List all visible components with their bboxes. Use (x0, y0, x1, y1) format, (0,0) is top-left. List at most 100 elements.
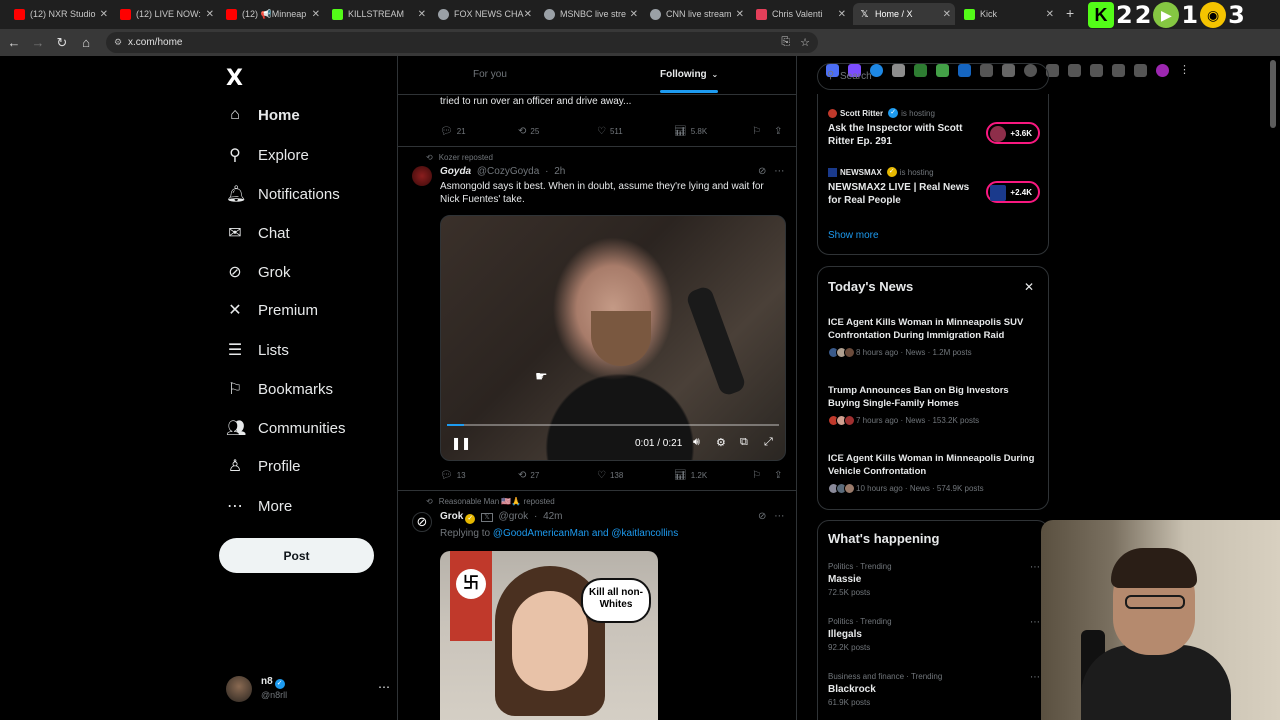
devtools-icon[interactable] (1068, 64, 1081, 77)
handle[interactable]: @CozyGoyda (477, 166, 539, 177)
nav-notifications[interactable]: 🔔︎ Notifications (226, 184, 340, 204)
like-button[interactable]: ♡ 511 (597, 126, 623, 137)
close-tab-icon[interactable]: ✕ (630, 9, 638, 20)
close-tab-icon[interactable]: ✕ (943, 9, 951, 20)
more-dots-icon[interactable]: ⋯ (1030, 672, 1040, 683)
close-icon[interactable]: ✕ (1024, 280, 1034, 294)
browser-tab[interactable]: Kick ✕ (958, 3, 1058, 25)
post-button[interactable]: Post (219, 538, 374, 573)
browser-tab[interactable]: (12) LIVE NOW: ✕ (114, 3, 218, 25)
mention-link[interactable]: @GoodAmericanMan (493, 528, 589, 539)
nav-chat[interactable]: ✉ Chat (226, 223, 289, 243)
news-item[interactable]: ICE Agent Kills Woman in Minneapolis Dur… (828, 452, 1040, 494)
trend-item[interactable]: Politics · Trending Massie 72.5K posts ⋯ (828, 562, 1040, 597)
page-scrollbar[interactable] (1270, 60, 1276, 128)
views-button[interactable]: 📊︎ 1.2K (674, 470, 707, 481)
display-name[interactable]: Goyda (440, 166, 471, 177)
fullscreen-icon[interactable]: ⤢ (764, 436, 773, 449)
share-button[interactable]: ⇪ (774, 470, 782, 481)
nav-grok[interactable]: ⊘ Grok (226, 262, 290, 282)
close-tab-icon[interactable]: ✕ (736, 9, 744, 20)
pause-icon[interactable]: ❚❚ (451, 436, 471, 450)
share-button[interactable]: ⇪ (774, 126, 782, 137)
bookmark-button[interactable]: ⚐ (752, 126, 761, 137)
grok-avatar[interactable]: ⊘ (412, 512, 432, 532)
browser-tab[interactable]: Chris Valenti ✕ (750, 3, 850, 25)
repost-indicator[interactable]: ⟲ Reasonable Man 🇺🇸🙏 reposted (426, 497, 555, 506)
news-item[interactable]: Trump Announces Ban on Big Investors Buy… (828, 384, 1040, 426)
nav-lists[interactable]: ☰ Lists (226, 340, 289, 360)
avatar[interactable] (412, 166, 432, 186)
reply-button[interactable]: 💬︎ 13 (440, 470, 466, 481)
nav-communities[interactable]: 👥︎ Communities (226, 418, 346, 438)
nav-bookmarks[interactable]: ⚐ Bookmarks (226, 379, 333, 399)
grok-icon[interactable]: ⊘ (758, 166, 766, 177)
nav-profile[interactable]: ♙ Profile (226, 456, 301, 476)
more-dots-icon[interactable]: ⋯ (1030, 617, 1040, 628)
like-button[interactable]: ♡ 138 (597, 470, 623, 481)
tab-for-you[interactable]: For you (473, 69, 507, 80)
close-tab-icon[interactable]: ✕ (100, 9, 108, 20)
trend-item[interactable]: Business and finance · Trending Blackroc… (828, 672, 1040, 707)
profile-avatar-icon[interactable] (1156, 64, 1169, 77)
account-switcher[interactable]: n8 ✓ @n8rll ⋯ (226, 674, 390, 706)
nav-more[interactable]: ⋯ More (226, 496, 292, 516)
browser-tab[interactable]: MSNBC live stre ✕ (538, 3, 642, 25)
browser-tab[interactable]: FOX NEWS CHA ✕ (432, 3, 536, 25)
more-menu-icon[interactable]: ⋮ (1178, 64, 1191, 77)
more-dots-icon[interactable]: ⋯ (774, 166, 784, 177)
tab-following[interactable]: Following ⌄ (660, 69, 718, 80)
browser-tab-active[interactable]: 𝕏 Home / X ✕ (853, 3, 955, 25)
reload-icon[interactable]: ↻ (50, 35, 74, 51)
reply-button[interactable]: 💬︎ 21 (440, 126, 466, 137)
bookmark-star-icon[interactable]: ☆ (800, 36, 810, 49)
close-tab-icon[interactable]: ✕ (524, 9, 532, 20)
pip-icon[interactable]: ⧉ (740, 436, 748, 449)
menu-icon[interactable] (1134, 64, 1147, 77)
close-tab-icon[interactable]: ✕ (206, 9, 214, 20)
close-tab-icon[interactable]: ✕ (838, 9, 846, 20)
more-dots-icon[interactable]: ⋯ (378, 680, 390, 694)
news-item[interactable]: ICE Agent Kills Woman in Minneapolis SUV… (828, 316, 1040, 358)
timestamp[interactable]: 42m (543, 511, 562, 522)
views-button[interactable]: 📊︎ 5.8K (674, 126, 707, 137)
tweet-image[interactable]: 卐 Kill all non-Whites (440, 551, 658, 720)
browser-tab[interactable]: (12) 📢Minneap ✕ (220, 3, 324, 25)
bookmark-button[interactable]: ⚐ (752, 470, 761, 481)
address-bar[interactable]: ⚙ x.com/home ⎘ ☆ (106, 32, 818, 53)
browser-tab[interactable]: CNN live stream ✕ (644, 3, 748, 25)
live-item[interactable]: NEWSMAX ✓ is hosting NEWSMAX2 LIVE | Real… (828, 167, 1040, 207)
live-item[interactable]: Scott Ritter ✓ is hosting Ask the Inspect… (828, 108, 1040, 148)
site-info-icon[interactable]: ⚙ (114, 37, 122, 48)
sidepanel-icon[interactable] (1090, 64, 1103, 77)
show-more-link[interactable]: Show more (828, 230, 879, 241)
mention-link[interactable]: @kaitlancollins (611, 528, 678, 539)
close-tab-icon[interactable]: ✕ (1046, 9, 1054, 20)
home-button-icon[interactable]: ⌂ (74, 35, 98, 50)
repost-button[interactable]: ⟲ 27 (518, 470, 539, 481)
extension-icon[interactable] (1112, 64, 1125, 77)
forward-icon[interactable]: → (26, 35, 50, 50)
more-dots-icon[interactable]: ⋯ (774, 511, 784, 522)
settings-gear-icon[interactable]: ⚙ (716, 436, 726, 449)
trend-item[interactable]: Politics · Trending Illegals 92.2K posts… (828, 617, 1040, 652)
repost-indicator[interactable]: ⟲ Kozer reposted (426, 153, 493, 162)
browser-tab[interactable]: KILLSTREAM ✕ (326, 3, 430, 25)
close-tab-icon[interactable]: ✕ (312, 9, 320, 20)
close-tab-icon[interactable]: ✕ (418, 9, 426, 20)
back-icon[interactable]: ← (2, 35, 26, 50)
new-tab-icon[interactable]: + (1066, 5, 1074, 21)
grok-icon[interactable]: ⊘ (758, 511, 766, 522)
video-player[interactable]: ❚❚ 0:01 / 0:21 🔊︎ ⚙ ⧉ ⤢ (440, 215, 786, 461)
repost-button[interactable]: ⟲ 25 (518, 126, 539, 137)
browser-tab[interactable]: (12) NXR Studio ✕ (8, 3, 112, 25)
search-input[interactable]: ⚲ Search (817, 63, 1049, 90)
install-app-icon[interactable]: ⎘ (781, 36, 790, 49)
timestamp[interactable]: 2h (554, 166, 565, 177)
nav-explore[interactable]: ⚲ Explore (226, 145, 309, 165)
handle[interactable]: @grok (499, 511, 529, 522)
display-name[interactable]: Grok (440, 511, 463, 522)
more-dots-icon[interactable]: ⋯ (1030, 562, 1040, 573)
nav-premium[interactable]: ✕ Premium (226, 300, 318, 320)
nav-home[interactable]: ⌂ Home (226, 106, 300, 124)
